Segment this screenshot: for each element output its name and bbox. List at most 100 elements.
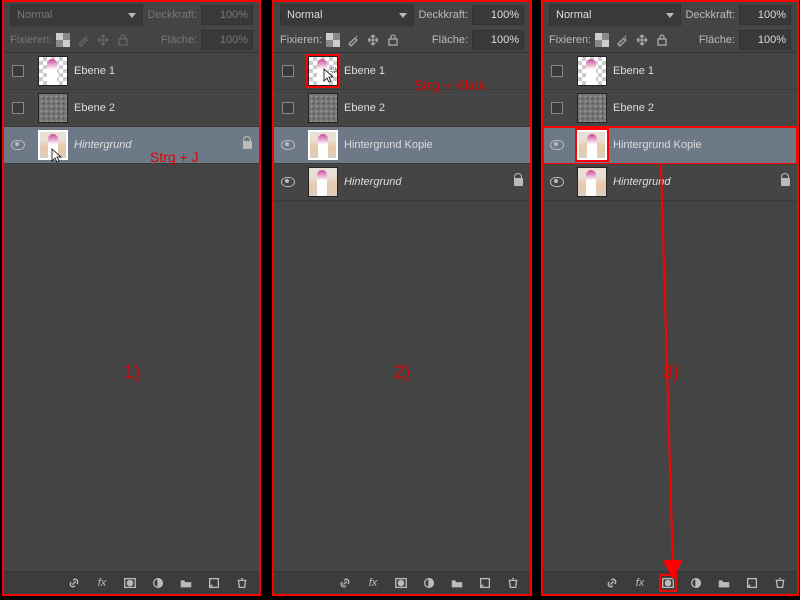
step-number: 1) [124,362,140,383]
layer-name[interactable]: Ebene 2 [613,102,773,114]
fx-icon[interactable]: fx [366,576,380,590]
group-icon[interactable] [450,576,464,590]
link-icon[interactable] [605,576,619,590]
shortcut-hint: Strg + J [150,149,199,165]
visibility-eye-icon[interactable] [550,140,564,150]
layer-name[interactable]: Hintergrund [344,176,506,188]
fill-label: Fläche: [699,34,735,46]
lock-pixels-icon[interactable] [595,33,609,47]
lock-label: Fixieren: [549,34,591,46]
layer-thumbnail[interactable] [577,56,607,86]
layer-row[interactable]: Ebene 2 [274,90,530,127]
lock-all-icon[interactable] [386,33,400,47]
new-layer-icon[interactable] [745,576,759,590]
lock-all-icon[interactable] [655,33,669,47]
layer-mask-icon[interactable] [661,576,675,590]
visibility-checkbox[interactable] [551,65,563,77]
brush-icon[interactable] [615,33,629,47]
blend-opacity-row: Normal Deckkraft: 100% [543,2,797,28]
visibility-checkbox[interactable] [12,102,24,114]
layer-row[interactable]: Hintergrund [274,164,530,201]
layer-thumbnail[interactable] [577,130,607,160]
layer-row[interactable]: Ebene 1 [4,53,259,90]
layer-name[interactable]: Ebene 1 [613,65,773,77]
trash-icon[interactable] [773,576,787,590]
visibility-eye-icon[interactable] [281,140,295,150]
visibility-eye-icon[interactable] [11,140,25,150]
layer-name[interactable]: Hintergrund Kopie [344,139,506,151]
trash-icon[interactable] [506,576,520,590]
layer-row[interactable]: Hintergrund [4,127,259,164]
panel-bottom-bar: fx [4,571,259,594]
layer-thumbnail[interactable] [577,93,607,123]
layers-panel-3: Normal Deckkraft: 100% Fixieren: Fläche:… [541,0,799,596]
layer-row[interactable]: Hintergrund [543,164,797,201]
opacity-input[interactable]: 100% [739,5,791,25]
brush-icon[interactable] [76,33,90,47]
blend-mode-select[interactable]: Normal [280,4,414,26]
layer-mask-icon[interactable] [394,576,408,590]
lock-icons-group [595,33,669,47]
move-icon[interactable] [96,33,110,47]
blend-opacity-row: Normal Deckkraft: 100% [274,2,530,28]
layer-mask-icon[interactable] [123,576,137,590]
layer-thumbnail[interactable] [577,167,607,197]
visibility-eye-icon[interactable] [550,177,564,187]
blend-mode-select[interactable]: Normal [549,4,681,26]
move-icon[interactable] [635,33,649,47]
group-icon[interactable] [179,576,193,590]
layer-row[interactable]: Ebene 2 [543,90,797,127]
layer-row[interactable]: Ebene 1 [543,53,797,90]
layer-row[interactable]: Hintergrund Kopie [274,127,530,164]
layer-thumbnail[interactable] [308,167,338,197]
fx-icon[interactable]: fx [95,576,109,590]
opacity-label: Deckkraft: [685,9,735,21]
brush-icon[interactable] [346,33,360,47]
layer-thumbnail[interactable] [38,93,68,123]
opacity-input[interactable]: 100% [201,5,253,25]
layer-name[interactable]: Hintergrund Kopie [613,139,773,151]
lock-pixels-icon[interactable] [56,33,70,47]
layer-thumbnail[interactable] [38,130,68,160]
fill-input[interactable]: 100% [201,30,253,50]
opacity-label: Deckkraft: [147,9,197,21]
new-layer-icon[interactable] [207,576,221,590]
trash-icon[interactable] [235,576,249,590]
lock-label: Fixieren: [10,34,52,46]
lock-all-icon[interactable] [116,33,130,47]
move-icon[interactable] [366,33,380,47]
layer-thumbnail[interactable] [308,93,338,123]
layer-name[interactable]: Ebene 2 [74,102,235,114]
layer-row[interactable]: Hintergrund Kopie [543,127,797,164]
blend-mode-select[interactable]: Normal [10,4,143,26]
visibility-checkbox[interactable] [551,102,563,114]
opacity-input[interactable]: 100% [472,5,524,25]
adjustment-icon[interactable] [689,576,703,590]
fill-input[interactable]: 100% [739,30,791,50]
visibility-eye-icon[interactable] [281,177,295,187]
layer-thumbnail[interactable] [38,56,68,86]
new-layer-icon[interactable] [478,576,492,590]
link-icon[interactable] [338,576,352,590]
lock-icon [243,141,252,149]
layer-name[interactable]: Ebene 1 [74,65,235,77]
layer-name[interactable]: Ebene 1 [344,65,506,77]
lock-pixels-icon[interactable] [326,33,340,47]
visibility-checkbox[interactable] [282,65,294,77]
fx-icon[interactable]: fx [633,576,647,590]
visibility-checkbox[interactable] [282,102,294,114]
layer-thumbnail[interactable] [308,56,338,86]
adjustment-icon[interactable] [151,576,165,590]
layer-thumbnail[interactable] [308,130,338,160]
layer-row[interactable]: Ebene 1 [274,53,530,90]
layer-name[interactable]: Ebene 2 [344,102,506,114]
adjustment-icon[interactable] [422,576,436,590]
layer-row[interactable]: Ebene 2 [4,90,259,127]
fill-label: Fläche: [161,34,197,46]
link-icon[interactable] [67,576,81,590]
group-icon[interactable] [717,576,731,590]
visibility-checkbox[interactable] [12,65,24,77]
lock-fill-row: Fixieren: Fläche: 100% [274,28,530,52]
fill-input[interactable]: 100% [472,30,524,50]
layer-name[interactable]: Hintergrund [613,176,773,188]
